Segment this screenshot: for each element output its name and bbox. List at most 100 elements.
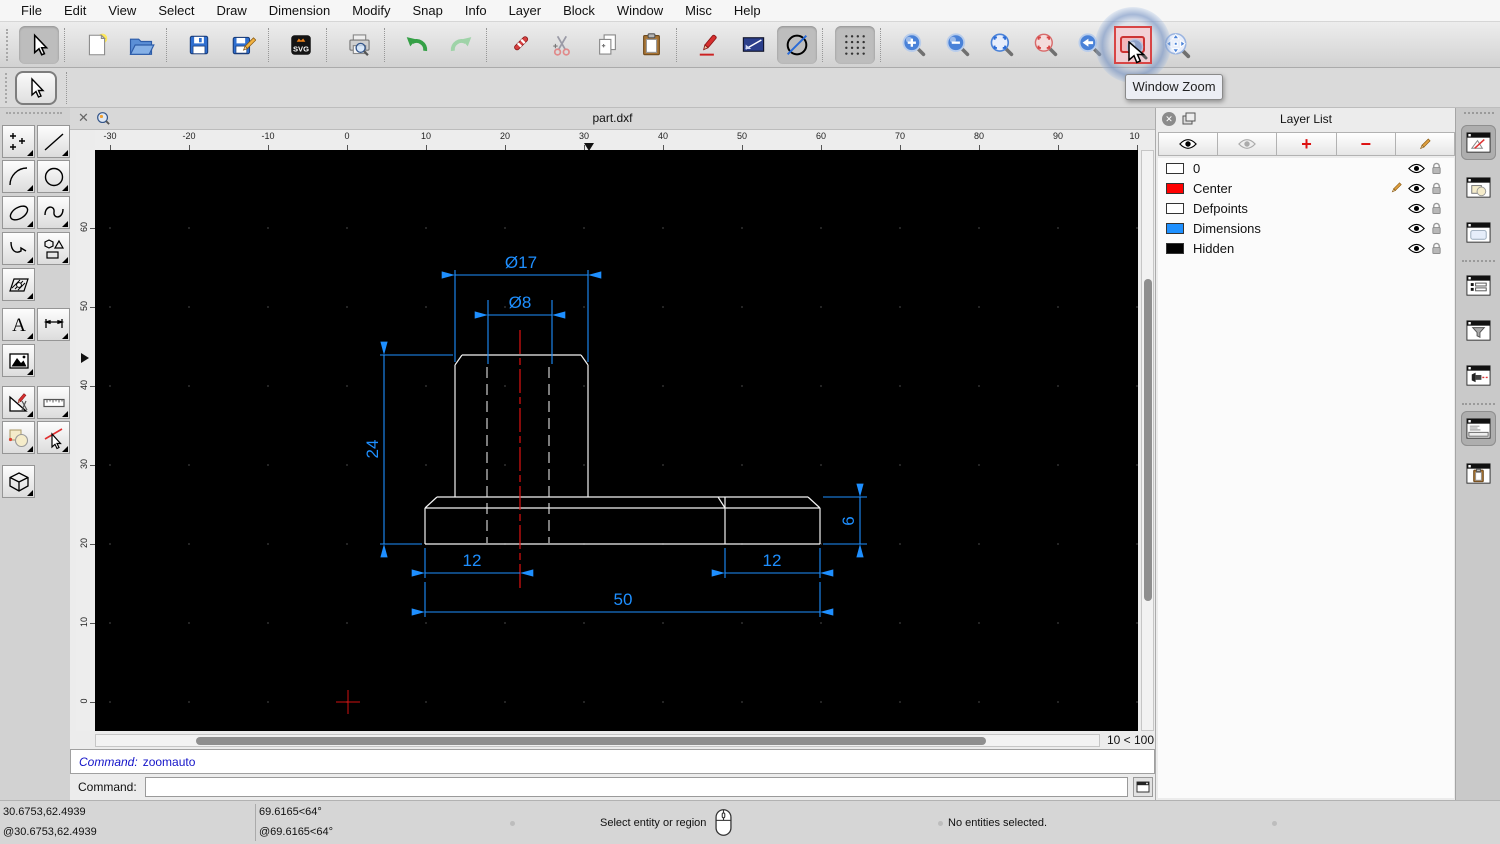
menu-item-edit[interactable]: Edit [53, 3, 97, 18]
property-editor-dock-button[interactable] [1461, 125, 1496, 160]
menu-item-window[interactable]: Window [606, 3, 674, 18]
line-tool-button[interactable] [37, 125, 70, 158]
horizontal-scrollbar-thumb[interactable] [196, 737, 986, 745]
layer-row-0[interactable]: 0 [1158, 158, 1454, 178]
clipboard-dock-button[interactable] [1461, 456, 1496, 491]
library-browser-dock-button[interactable] [1461, 215, 1496, 250]
command-window-toggle-button[interactable] [1133, 777, 1153, 797]
layer-list-dock-button[interactable] [1461, 268, 1496, 303]
print-preview-button[interactable] [339, 26, 379, 64]
menu-item-draw[interactable]: Draw [205, 3, 257, 18]
layer-visible-icon[interactable] [1407, 203, 1425, 214]
zoom-in-button[interactable] [893, 26, 933, 64]
ruler-tool-button[interactable] [37, 386, 70, 419]
order-tool-button[interactable] [2, 421, 35, 454]
spline-tool-button[interactable] [37, 196, 70, 229]
menu-item-snap[interactable]: Snap [402, 3, 454, 18]
layer-row-hidden[interactable]: Hidden [1158, 238, 1454, 258]
layer-visible-icon[interactable] [1407, 223, 1425, 234]
selection-tool-button[interactable] [19, 25, 59, 64]
layer-lock-icon[interactable] [1431, 202, 1442, 215]
layer-lock-icon[interactable] [1431, 242, 1442, 255]
zoom-out-button[interactable] [937, 26, 977, 64]
menu-item-view[interactable]: View [97, 3, 147, 18]
menu-item-block[interactable]: Block [552, 3, 606, 18]
layer-color-swatch[interactable] [1166, 162, 1184, 174]
palette-drag-handle[interactable] [6, 112, 62, 114]
toolbar-drag-handle[interactable] [6, 28, 13, 61]
show-all-layers-button[interactable] [1158, 132, 1219, 156]
delete-button[interactable] [499, 26, 539, 64]
menu-item-select[interactable]: Select [147, 3, 205, 18]
layer-row-center[interactable]: Center [1158, 178, 1454, 198]
dimension-labels[interactable]: Ø17 Ø8 24 6 12 12 50 [363, 253, 858, 609]
layer-visible-icon[interactable] [1407, 243, 1425, 254]
svg-export-button[interactable]: SVG [281, 26, 321, 64]
menu-item-dimension[interactable]: Dimension [258, 3, 341, 18]
shape-tool-button[interactable] [37, 232, 70, 265]
image-tool-button[interactable] [2, 344, 35, 377]
circle-tool-button[interactable] [37, 160, 70, 193]
redo-button[interactable] [441, 26, 481, 64]
draft-mode-button[interactable] [777, 25, 817, 64]
copy-button[interactable] [587, 26, 627, 64]
layer-row-dimensions[interactable]: Dimensions [1158, 218, 1454, 238]
layer-edit-pencil-icon[interactable] [1389, 181, 1403, 195]
layer-color-swatch[interactable] [1166, 202, 1184, 214]
vertical-scrollbar[interactable] [1141, 150, 1154, 731]
drawing-canvas[interactable]: Ø17 Ø8 24 6 12 12 50 [95, 148, 1138, 731]
new-document-button[interactable] [77, 26, 117, 64]
menu-item-misc[interactable]: Misc [674, 3, 723, 18]
command-input[interactable] [145, 777, 1128, 797]
menu-item-info[interactable]: Info [454, 3, 498, 18]
add-layer-button[interactable]: + [1276, 132, 1337, 156]
auto-zoom-button[interactable] [981, 26, 1021, 64]
layer-lock-icon[interactable] [1431, 182, 1442, 195]
save-as-button[interactable] [223, 26, 263, 64]
arc-tool-button[interactable] [2, 160, 35, 193]
save-document-button[interactable] [179, 26, 219, 64]
zoom-selection-button[interactable] [1025, 26, 1065, 64]
remove-layer-button[interactable]: − [1335, 132, 1396, 156]
layer-lock-icon[interactable] [1431, 162, 1442, 175]
layer-color-swatch[interactable] [1166, 222, 1184, 234]
point-tool-button[interactable] [2, 125, 35, 158]
command-line-dock-button[interactable] [1461, 411, 1496, 446]
hide-all-layers-button[interactable] [1217, 132, 1278, 156]
block-list-dock-button[interactable] [1461, 170, 1496, 205]
text-tool-button[interactable]: A [2, 308, 35, 341]
edit-pencil-button[interactable] [689, 26, 729, 64]
paste-button[interactable] [631, 26, 671, 64]
horizontal-scrollbar[interactable] [95, 734, 1100, 747]
layer-color-swatch[interactable] [1166, 182, 1184, 194]
polyline-edit-button[interactable] [733, 26, 773, 64]
grid-toggle-button[interactable] [835, 25, 875, 64]
menu-item-help[interactable]: Help [723, 3, 772, 18]
open-document-button[interactable] [121, 26, 161, 64]
menu-item-layer[interactable]: Layer [498, 3, 553, 18]
vertical-scrollbar-thumb[interactable] [1144, 279, 1152, 601]
previous-view-button[interactable] [1069, 26, 1109, 64]
window-zoom-button[interactable]: Window Zoom [1095, 6, 1223, 100]
part-geometry[interactable] [424, 354, 821, 545]
ellipse-tool-button[interactable] [2, 196, 35, 229]
polyline-tool-button[interactable] [2, 232, 35, 265]
modify-tool-button[interactable] [37, 421, 70, 454]
pan-zoom-button[interactable] [1157, 26, 1197, 64]
dimension-tool-button[interactable] [37, 308, 70, 341]
measure-tool-button[interactable] [2, 386, 35, 419]
dimension-lines[interactable] [380, 270, 867, 617]
cut-button[interactable] [543, 26, 583, 64]
layer-visible-icon[interactable] [1407, 183, 1425, 194]
edit-layer-button[interactable] [1394, 132, 1456, 156]
active-selection-tool-button[interactable] [15, 71, 57, 105]
hidden-hole-lines[interactable] [486, 367, 550, 543]
layer-lock-icon[interactable] [1431, 222, 1442, 235]
hatch-tool-button[interactable] [2, 268, 35, 301]
layer-color-swatch[interactable] [1166, 242, 1184, 254]
undo-button[interactable] [397, 26, 437, 64]
toolbar-drag-handle[interactable] [5, 73, 7, 103]
menu-item-modify[interactable]: Modify [341, 3, 401, 18]
menu-item-file[interactable]: File [10, 3, 53, 18]
laser-pointer-dock-button[interactable] [1461, 358, 1496, 393]
